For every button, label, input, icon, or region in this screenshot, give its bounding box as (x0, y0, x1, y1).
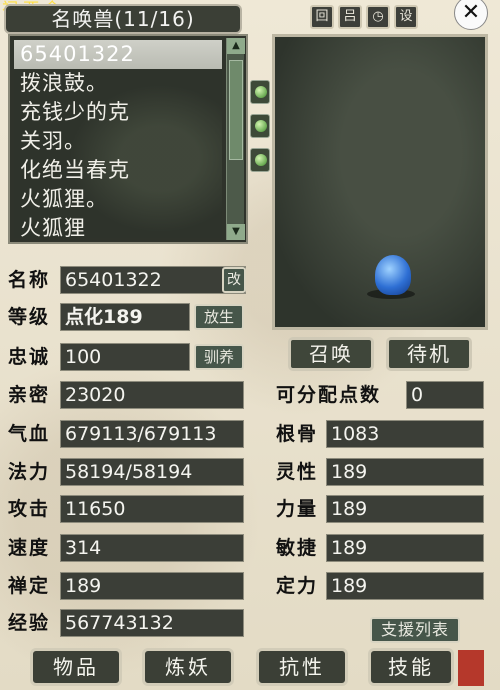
seal-stamp-icon (458, 650, 484, 686)
list-item[interactable]: 拨浪鼓。 (14, 69, 222, 98)
rename-button[interactable]: 改 (222, 267, 246, 293)
tab-items[interactable]: 物品 (30, 648, 122, 686)
multi-view-icon[interactable]: 吕 (338, 5, 362, 29)
points-field: 0 (406, 381, 484, 409)
list-scrollbar[interactable]: ▲ ▼ (226, 38, 245, 240)
spirit-field: 189 (326, 458, 484, 486)
side-tabs (250, 80, 270, 172)
release-button[interactable]: 放生 (194, 304, 244, 330)
attack-label: 攻击 (8, 498, 51, 520)
speed-field: 314 (60, 534, 244, 562)
spirit-label: 灵性 (276, 461, 319, 483)
support-list-button[interactable]: 支援列表 (370, 617, 460, 643)
clock-icon[interactable]: ◷ (366, 5, 390, 29)
attack-field: 11650 (60, 495, 244, 523)
exp-label: 经验 (8, 612, 51, 634)
loyalty-label: 忠诚 (8, 346, 51, 368)
list-item[interactable]: 充钱少的克 (14, 98, 222, 127)
green-orb-icon[interactable] (250, 148, 270, 172)
mp-field: 58194/58194 (60, 458, 244, 486)
hp-field: 679113/679113 (60, 420, 244, 448)
list-item[interactable]: 火狐狸 (14, 214, 222, 238)
speed-label: 速度 (8, 537, 51, 559)
intimacy-label: 亲密 (8, 384, 51, 406)
scroll-down-icon[interactable]: ▼ (227, 224, 245, 240)
pet-list-panel: 65401322 拨浪鼓。 充钱少的克 关羽。 化绝当春克 火狐狸。 火狐狸 ▲… (8, 34, 248, 244)
exp-field: 567743132 (60, 609, 244, 637)
green-orb-icon[interactable] (250, 80, 270, 104)
summon-button[interactable]: 召唤 (288, 337, 374, 371)
top-icon-bar: 回 吕 ◷ 设 (310, 5, 418, 29)
pet-list: 65401322 拨浪鼓。 充钱少的克 关羽。 化绝当春克 火狐狸。 火狐狸 (14, 40, 222, 238)
constitution-label: 根骨 (276, 423, 319, 445)
focus-field: 189 (60, 572, 244, 600)
panel-title: 名唤兽(11/16) (4, 4, 242, 34)
green-orb-icon[interactable] (250, 114, 270, 138)
pet-model (375, 255, 411, 295)
strength-label: 力量 (276, 498, 319, 520)
hp-label: 气血 (8, 423, 51, 445)
stability-field: 189 (326, 572, 484, 600)
scroll-thumb[interactable] (229, 60, 243, 160)
points-label: 可分配点数 (276, 384, 382, 406)
tab-refine[interactable]: 炼妖 (142, 648, 234, 686)
list-item[interactable]: 关羽。 (14, 127, 222, 156)
list-item[interactable]: 65401322 (14, 40, 222, 69)
scroll-up-icon[interactable]: ▲ (227, 38, 245, 54)
tame-button[interactable]: 驯养 (194, 344, 244, 370)
name-label: 名称 (8, 269, 51, 291)
agility-label: 敏捷 (276, 537, 319, 559)
settings-icon[interactable]: 设 (394, 5, 418, 29)
focus-label: 禅定 (8, 575, 51, 597)
level-label: 等级 (8, 306, 51, 328)
standby-button[interactable]: 待机 (386, 337, 472, 371)
tab-skills[interactable]: 技能 (368, 648, 454, 686)
stability-label: 定力 (276, 575, 319, 597)
name-field[interactable]: 65401322 (60, 266, 246, 294)
loyalty-field: 100 (60, 343, 190, 371)
strength-field: 189 (326, 495, 484, 523)
intimacy-field: 23020 (60, 381, 244, 409)
mp-label: 法力 (8, 461, 51, 483)
list-item[interactable]: 化绝当春克 (14, 156, 222, 185)
list-item[interactable]: 火狐狸。 (14, 185, 222, 214)
pet-preview (272, 34, 488, 330)
constitution-field: 1083 (326, 420, 484, 448)
level-field: 点化189 (60, 303, 190, 331)
tab-resistance[interactable]: 抗性 (256, 648, 348, 686)
agility-field: 189 (326, 534, 484, 562)
split-view-icon[interactable]: 回 (310, 5, 334, 29)
